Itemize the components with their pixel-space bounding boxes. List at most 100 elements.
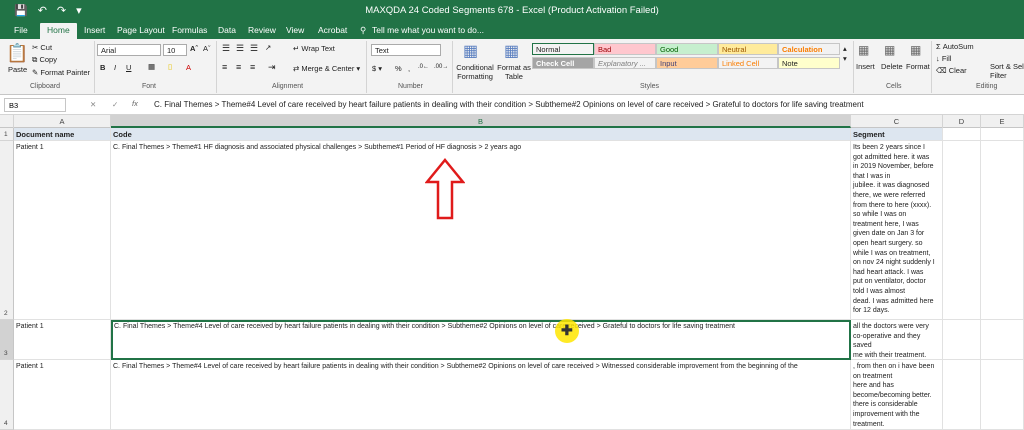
format-cells-button[interactable]: Format bbox=[906, 62, 930, 71]
tab-review[interactable]: Review bbox=[248, 25, 276, 35]
delete-cells-button[interactable]: Delete bbox=[881, 62, 903, 71]
font-name-select[interactable]: Arial bbox=[97, 44, 161, 56]
style-note[interactable]: Note bbox=[778, 57, 840, 69]
tab-acrobat[interactable]: Acrobat bbox=[318, 25, 347, 35]
format-as-table-button[interactable]: Format as Table bbox=[497, 63, 531, 81]
enter-icon[interactable]: ✓ bbox=[112, 100, 118, 109]
cell-e4[interactable] bbox=[981, 360, 1024, 430]
cell-d2[interactable] bbox=[943, 141, 981, 320]
tab-insert[interactable]: Insert bbox=[84, 25, 105, 35]
copy-button[interactable]: ⧉ Copy bbox=[32, 55, 57, 65]
conditional-formatting-button[interactable]: Conditional Formatting bbox=[455, 63, 495, 81]
tab-data[interactable]: Data bbox=[218, 25, 236, 35]
column-header-b[interactable]: B bbox=[111, 115, 851, 128]
format-as-table-icon[interactable]: ▦ bbox=[504, 41, 519, 61]
font-color-icon[interactable]: A bbox=[186, 63, 191, 72]
grow-font-icon[interactable]: Aˆ bbox=[190, 44, 198, 53]
cell-a1[interactable]: Document name bbox=[14, 128, 111, 141]
tab-formulas[interactable]: Formulas bbox=[172, 25, 207, 35]
tell-me-box[interactable]: Tell me what you want to do... bbox=[372, 25, 484, 35]
indent-icon[interactable]: ⇥ bbox=[268, 62, 276, 73]
paste-icon[interactable]: 📋 bbox=[6, 43, 28, 64]
styles-scroll-up-icon[interactable]: ▴ bbox=[843, 44, 847, 53]
decrease-decimal-icon[interactable]: .00→ bbox=[434, 64, 448, 70]
increase-decimal-icon[interactable]: .0← bbox=[418, 64, 429, 70]
tab-view[interactable]: View bbox=[286, 25, 304, 35]
style-neutral[interactable]: Neutral bbox=[718, 43, 778, 55]
cell-c1[interactable]: Segment bbox=[851, 128, 943, 141]
insert-cells-icon[interactable]: ▦ bbox=[858, 43, 869, 57]
cell-e2[interactable] bbox=[981, 141, 1024, 320]
row-header[interactable]: 2 bbox=[0, 141, 14, 320]
insert-cells-button[interactable]: Insert bbox=[856, 62, 875, 71]
orientation-icon[interactable]: ↗ bbox=[265, 43, 271, 52]
style-good[interactable]: Good bbox=[656, 43, 718, 55]
formula-input[interactable]: C. Final Themes > Theme#4 Level of care … bbox=[154, 100, 864, 109]
function-icon[interactable]: fx bbox=[132, 99, 138, 108]
align-right-icon[interactable]: ≡ bbox=[250, 62, 255, 72]
tab-file[interactable]: File bbox=[14, 25, 28, 35]
cell-b2[interactable]: C. Final Themes > Theme#1 HF diagnosis a… bbox=[111, 141, 851, 320]
style-calculation[interactable]: Calculation bbox=[778, 43, 840, 55]
align-left-icon[interactable]: ≡ bbox=[222, 62, 227, 72]
cell-b3[interactable]: C. Final Themes > Theme#4 Level of care … bbox=[111, 320, 851, 360]
cell-e1[interactable] bbox=[981, 128, 1024, 141]
cell-c4[interactable]: , from then on i have been on treatment … bbox=[851, 360, 943, 430]
currency-icon[interactable]: $ ▾ bbox=[372, 64, 382, 73]
tab-page-layout[interactable]: Page Layout bbox=[117, 25, 165, 35]
sort-filter-button[interactable]: Sort & Filter bbox=[990, 62, 1014, 80]
borders-icon[interactable]: ▦ bbox=[148, 62, 155, 71]
delete-cells-icon[interactable]: ▦ bbox=[884, 43, 895, 57]
cell-b4[interactable]: C. Final Themes > Theme#4 Level of care … bbox=[111, 360, 851, 430]
align-middle-icon[interactable]: ☰ bbox=[236, 43, 244, 54]
style-input[interactable]: Input bbox=[656, 57, 718, 69]
conditional-formatting-icon[interactable]: ▦ bbox=[463, 41, 478, 61]
column-header-e[interactable]: E bbox=[981, 115, 1024, 128]
align-center-icon[interactable]: ≡ bbox=[236, 62, 241, 72]
italic-icon[interactable]: I bbox=[114, 63, 116, 72]
paste-button[interactable]: Paste bbox=[8, 65, 27, 74]
tell-me-icon[interactable]: ⚲ bbox=[360, 25, 366, 36]
cell-d1[interactable] bbox=[943, 128, 981, 141]
column-header-d[interactable]: D bbox=[943, 115, 981, 128]
style-normal[interactable]: Normal bbox=[532, 43, 594, 55]
wrap-text-button[interactable]: ↵ Wrap Text bbox=[293, 44, 335, 53]
autosum-button[interactable]: Σ AutoSum bbox=[936, 42, 974, 51]
underline-icon[interactable]: U bbox=[126, 63, 131, 72]
cell-a3[interactable]: Patient 1 bbox=[14, 320, 111, 360]
row-header[interactable]: 4 bbox=[0, 360, 14, 430]
find-select-button[interactable]: Sel bbox=[1013, 62, 1024, 71]
align-top-icon[interactable]: ☰ bbox=[222, 43, 230, 54]
style-bad[interactable]: Bad bbox=[594, 43, 656, 55]
select-all-corner[interactable] bbox=[0, 115, 14, 128]
fill-button[interactable]: ↓ Fill bbox=[936, 54, 951, 63]
cell-b1[interactable]: Code bbox=[111, 128, 851, 141]
bold-icon[interactable]: B bbox=[100, 63, 105, 72]
align-bottom-icon[interactable]: ☰ bbox=[250, 43, 258, 54]
cell-a2[interactable]: Patient 1 bbox=[14, 141, 111, 320]
tab-home[interactable]: Home bbox=[40, 23, 77, 39]
style-linked-cell[interactable]: Linked Cell bbox=[718, 57, 778, 69]
style-explanatory[interactable]: Explanatory ... bbox=[594, 57, 656, 69]
cell-d3[interactable] bbox=[943, 320, 981, 360]
cancel-icon[interactable]: ✕ bbox=[90, 100, 96, 109]
cell-d4[interactable] bbox=[943, 360, 981, 430]
cell-c2[interactable]: Its been 2 years since I got admitted he… bbox=[851, 141, 943, 320]
styles-scroll-down-icon[interactable]: ▾ bbox=[843, 54, 847, 63]
shrink-font-icon[interactable]: Aˇ bbox=[203, 44, 211, 53]
format-cells-icon[interactable]: ▦ bbox=[910, 43, 921, 57]
clear-button[interactable]: ⌫ Clear bbox=[936, 66, 967, 75]
fill-color-icon[interactable]: ▯ bbox=[168, 62, 172, 71]
number-format-select[interactable]: Text bbox=[371, 44, 441, 56]
cell-a4[interactable]: Patient 1 bbox=[14, 360, 111, 430]
row-header[interactable]: 1 bbox=[0, 128, 14, 141]
font-size-select[interactable]: 10 bbox=[163, 44, 187, 56]
comma-icon[interactable]: , bbox=[408, 64, 410, 73]
cell-c3[interactable]: all the doctors were very co-operative a… bbox=[851, 320, 943, 360]
percent-icon[interactable]: % bbox=[395, 64, 402, 73]
row-header[interactable]: 3 bbox=[0, 320, 14, 360]
column-header-a[interactable]: A bbox=[14, 115, 111, 128]
column-header-c[interactable]: C bbox=[851, 115, 943, 128]
style-check-cell[interactable]: Check Cell bbox=[532, 57, 594, 69]
merge-center-button[interactable]: ⇄ Merge & Center ▾ bbox=[293, 64, 360, 73]
